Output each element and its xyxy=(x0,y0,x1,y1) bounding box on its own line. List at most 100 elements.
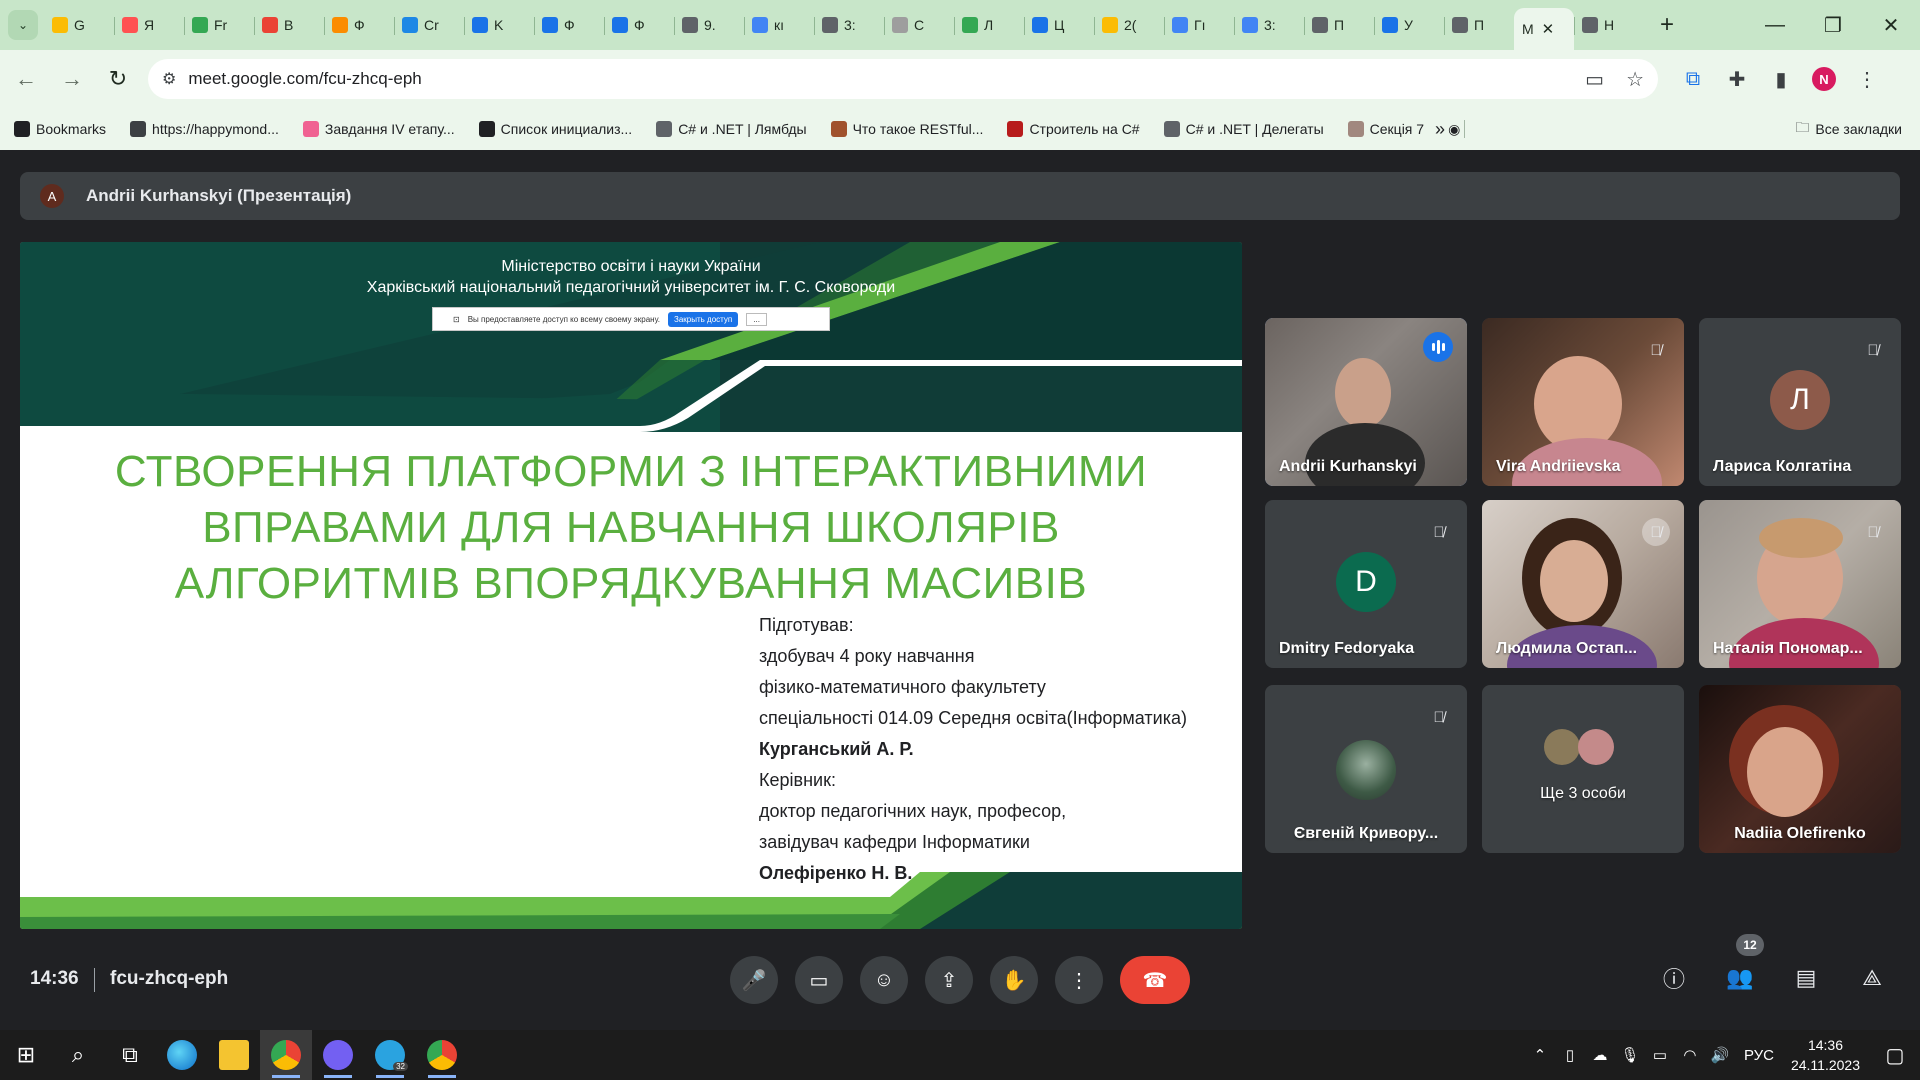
activities-button[interactable]: ⟁ xyxy=(1854,960,1890,996)
browser-tab[interactable]: Fr xyxy=(184,7,254,43)
browser-tab[interactable]: K xyxy=(464,7,534,43)
stop-sharing-button[interactable]: Закрыть доступ xyxy=(668,311,739,327)
browser-tab[interactable]: 2( xyxy=(1094,7,1164,43)
new-tab-button[interactable]: + xyxy=(1652,10,1682,40)
restore-button[interactable]: ❐ xyxy=(1804,0,1862,50)
participant-tile-natalia[interactable]: 🎙̸ Наталія Пономар... xyxy=(1699,500,1901,668)
participant-name: Dmitry Fedoryaka xyxy=(1279,640,1415,657)
profile-avatar[interactable]: N xyxy=(1812,67,1836,91)
microphone-button[interactable]: 🎤 xyxy=(730,956,778,1004)
browser-tab[interactable]: Гı xyxy=(1164,7,1234,43)
taskbar-explorer[interactable] xyxy=(208,1030,260,1080)
side-panel-icon[interactable]: ▮ xyxy=(1768,67,1794,92)
bookmark-item[interactable]: Секція 7 xyxy=(1347,121,1424,137)
browser-tab[interactable]: 3: xyxy=(1234,7,1304,43)
camera-button[interactable]: ▭ xyxy=(795,956,843,1004)
browser-tab[interactable]: Ц xyxy=(1024,7,1094,43)
chevron-up-icon[interactable]: ⌃ xyxy=(1525,1046,1555,1064)
browser-tab[interactable]: G xyxy=(44,7,114,43)
back-button[interactable]: ← xyxy=(6,59,46,99)
bookmark-item[interactable]: https://happymond... xyxy=(130,121,279,137)
taskbar-viber[interactable] xyxy=(312,1030,364,1080)
tab-search-button[interactable]: ⌄ xyxy=(8,10,38,40)
participant-tile-andrii[interactable]: Andrii Kurhanskyi xyxy=(1265,318,1467,486)
participant-tile-liudmyla[interactable]: 🎙̸ Людмила Остап... xyxy=(1482,500,1684,668)
taskbar-chrome[interactable] xyxy=(260,1030,312,1080)
volume-icon[interactable]: 🔊 xyxy=(1705,1046,1735,1064)
search-button[interactable]: ⌕ xyxy=(52,1030,104,1080)
bookmark-item[interactable]: Список инициализ... xyxy=(478,121,632,137)
active-tab[interactable]: М ✕ xyxy=(1514,8,1574,50)
people-button[interactable]: 12 👥 xyxy=(1722,934,1764,996)
participant-tile-nadiia[interactable]: Nadiia Olefirenko xyxy=(1699,685,1901,853)
folder-icon: 🗀 xyxy=(1795,119,1810,135)
system-clock[interactable]: 14:36 24.11.2023 xyxy=(1791,1035,1860,1075)
all-bookmarks-button[interactable]: 🗀 Все закладки xyxy=(1795,117,1902,141)
bookmark-star-icon[interactable]: ☆ xyxy=(1626,67,1644,92)
camera-icon[interactable]: ▭ xyxy=(1585,67,1604,92)
presentation-slide[interactable]: Міністерство освіти і науки України Харк… xyxy=(20,242,1242,929)
participant-tile-larysa[interactable]: Л 🎙̸ Лариса Колгатіна xyxy=(1699,318,1901,486)
reload-button[interactable]: ↻ xyxy=(98,59,138,99)
browser-tab[interactable]: Н xyxy=(1574,7,1644,43)
meeting-details-button[interactable]: ⓘ xyxy=(1656,960,1692,996)
url-text[interactable]: meet.google.com/fcu-zhcq-eph xyxy=(188,69,421,89)
browser-tab[interactable]: С xyxy=(884,7,954,43)
bookmarks-overflow-button[interactable]: » xyxy=(1435,119,1445,140)
bookmark-item[interactable]: Что такое RESTful... xyxy=(830,121,983,137)
site-info-icon[interactable]: ⚙ xyxy=(162,69,176,89)
bookmark-item[interactable]: C# и .NET | Делегаты xyxy=(1163,121,1324,137)
browser-tab[interactable]: Я xyxy=(114,7,184,43)
telegram-unread-badge: 32 xyxy=(393,1062,408,1071)
raise-hand-button[interactable]: ✋ xyxy=(990,956,1038,1004)
browser-tab[interactable]: Ф xyxy=(534,7,604,43)
task-view-button[interactable]: ⧉ xyxy=(104,1030,156,1080)
translate-icon[interactable]: ⧉ xyxy=(1680,68,1706,91)
bookmark-item[interactable]: Bookmarks xyxy=(14,121,106,137)
taskbar-edge[interactable] xyxy=(156,1030,208,1080)
browser-tab[interactable]: кı xyxy=(744,7,814,43)
start-button[interactable]: ⊞ xyxy=(0,1030,52,1080)
language-indicator[interactable]: РУС xyxy=(1735,1047,1783,1064)
notifications-button[interactable]: ▢ xyxy=(1870,1030,1920,1080)
browser-tab[interactable]: Cr xyxy=(394,7,464,43)
participant-tile-vira[interactable]: 🎙̸ Vira Andriievska xyxy=(1482,318,1684,486)
more-options-button[interactable]: ⋮ xyxy=(1055,956,1103,1004)
browser-tab[interactable]: 3: xyxy=(814,7,884,43)
minimize-button[interactable]: — xyxy=(1746,0,1804,50)
browser-tab[interactable]: Ф xyxy=(324,7,394,43)
extensions-icon[interactable]: ✚ xyxy=(1724,67,1750,92)
leave-call-button[interactable]: ☎ xyxy=(1120,956,1190,1004)
microphone-tray-icon[interactable]: 🎙 xyxy=(1615,1046,1645,1064)
present-button[interactable]: ⇪ xyxy=(925,956,973,1004)
browser-tab[interactable]: Л xyxy=(954,7,1024,43)
address-bar[interactable]: ⚙ meet.google.com/fcu-zhcq-eph ▭ ☆ xyxy=(148,59,1658,99)
wifi-icon[interactable]: ◠ xyxy=(1675,1046,1705,1064)
bookmark-item[interactable]: Строитель на C# xyxy=(1007,121,1140,137)
bookmark-globe[interactable]: ◉ xyxy=(1448,121,1460,138)
participant-tile-others[interactable]: Ще 3 особи xyxy=(1482,685,1684,853)
taskbar-chrome-profile[interactable] xyxy=(416,1030,468,1080)
taskbar-telegram[interactable]: 32 xyxy=(364,1030,416,1080)
browser-tab[interactable]: П xyxy=(1304,7,1374,43)
reactions-button[interactable]: ☺ xyxy=(860,956,908,1004)
close-icon[interactable]: ✕ xyxy=(1542,20,1555,38)
browser-tab[interactable]: 9. xyxy=(674,7,744,43)
bookmark-item[interactable]: Завдання IV етапу... xyxy=(302,121,455,137)
menu-dots-icon[interactable]: ⋮ xyxy=(1854,67,1880,92)
browser-tab[interactable]: B xyxy=(254,7,324,43)
participant-tile-yevhenii[interactable]: 🎙̸ Євгеній Кривору... xyxy=(1265,685,1467,853)
device-icon[interactable]: ▯ xyxy=(1555,1046,1585,1064)
other-avatar-1 xyxy=(1544,729,1580,765)
chat-button[interactable]: ▤ xyxy=(1788,960,1824,996)
cloud-icon[interactable]: ☁ xyxy=(1585,1046,1615,1064)
participant-tile-dmitry[interactable]: D 🎙̸ Dmitry Fedoryaka xyxy=(1265,500,1467,668)
browser-tab[interactable]: П xyxy=(1444,7,1514,43)
browser-tab[interactable]: Ф xyxy=(604,7,674,43)
bookmark-item[interactable]: C# и .NET | Лямбды xyxy=(656,121,807,137)
close-window-button[interactable]: ✕ xyxy=(1862,0,1920,50)
forward-button[interactable]: → xyxy=(52,59,92,99)
browser-tab[interactable]: У xyxy=(1374,7,1444,43)
hide-notice-button[interactable]: ... xyxy=(746,312,767,326)
battery-icon[interactable]: ▭ xyxy=(1645,1046,1675,1064)
